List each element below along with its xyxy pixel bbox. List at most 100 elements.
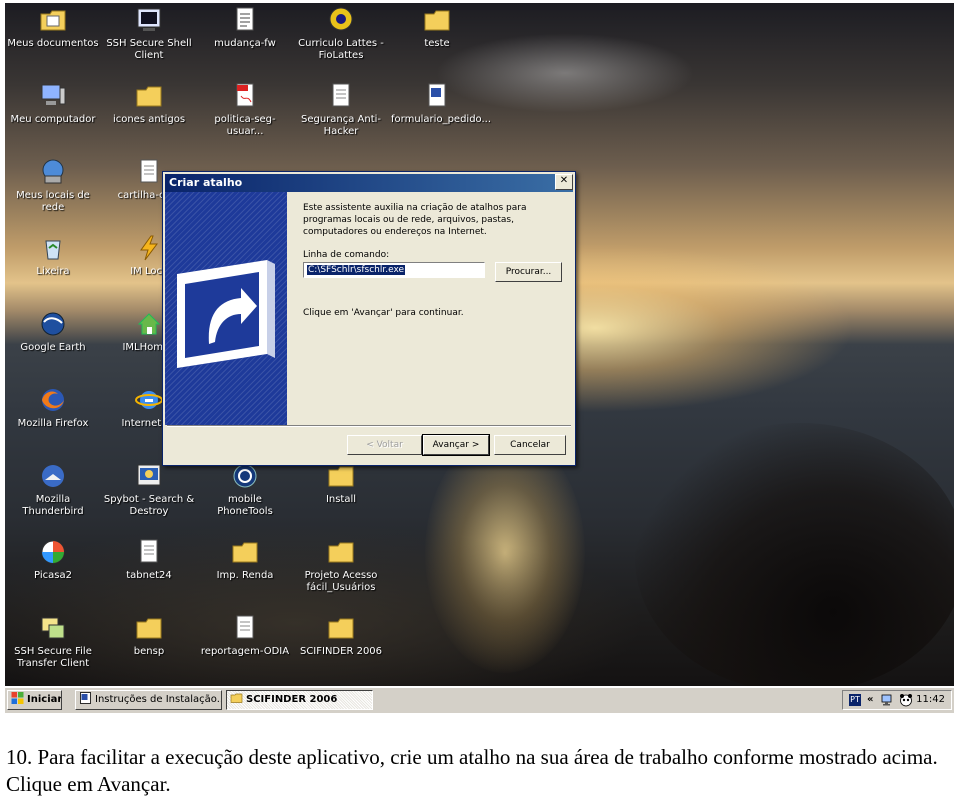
create-shortcut-dialog: Criar atalho ✕ Este assistente auxilia n… (162, 171, 576, 466)
desktop-icon[interactable]: Lixeira (5, 234, 101, 278)
desktop-icon[interactable]: Meus documentos (5, 6, 101, 50)
desktop-icon[interactable]: formulario_pedido... (389, 82, 492, 126)
desktop-icon[interactable]: Projeto Acesso fácil_Usuários (293, 538, 389, 594)
desktop-icon[interactable]: Mozilla Thunderbird (5, 462, 101, 518)
caption-text: 10. Para facilitar a execução deste apli… (6, 745, 938, 796)
wizard-banner (165, 192, 287, 425)
next-button[interactable]: Avançar > (422, 434, 490, 456)
desktop-icon-label: politica-seg-usuar... (214, 114, 276, 137)
desktop-icon[interactable]: Meu computador (5, 82, 101, 126)
desktop-icon[interactable]: Picasa2 (5, 538, 101, 582)
close-icon[interactable]: ✕ (555, 174, 573, 190)
command-line-label: Linha de comando: (303, 250, 390, 260)
hint-text: Clique em 'Avançar' para continuar. (303, 308, 464, 318)
dialog-title: Criar atalho (169, 176, 243, 189)
windows-logo-icon (11, 692, 24, 704)
desktop-icon[interactable]: reportagem-ODIA (197, 614, 293, 658)
thunderbird-icon (39, 462, 67, 490)
dialog-content: Este assistente auxilia na criação de at… (303, 202, 568, 318)
desktop-icon-label: teste (424, 38, 450, 49)
picasa-icon (39, 538, 67, 566)
desktop-icon-label: Mozilla Thunderbird (22, 494, 84, 517)
desktop-icon[interactable]: mobile PhoneTools (197, 462, 293, 518)
desktop-icon-label: Meus documentos (7, 38, 99, 49)
desktop-icon[interactable]: Segurança Anti-Hacker (293, 82, 389, 138)
desktop-icon[interactable]: tabnet24 (101, 538, 197, 582)
phone-tools-icon (231, 462, 259, 490)
firefox-icon (39, 386, 67, 414)
clock[interactable]: 11:42 (916, 691, 945, 709)
desktop-icon[interactable]: icones antigos (101, 82, 197, 126)
desktop-icon-label: Google Earth (20, 342, 86, 353)
desktop-icon-label: mudança-fw (214, 38, 276, 49)
desktop-icon[interactable]: Meus locais de rede (5, 158, 101, 214)
desktop-icon-label: bensp (133, 646, 165, 657)
text-file-icon (231, 6, 259, 34)
desktop-icon-label: Imp. Renda (216, 570, 274, 581)
desktop-icon-label: Spybot - Search & Destroy (103, 494, 195, 517)
document-icon (135, 158, 163, 186)
taskbar-item-scifinder[interactable]: SCIFINDER 2006 (226, 690, 373, 710)
button-separator (167, 425, 571, 427)
desktop-icon[interactable]: mudança-fw (197, 6, 293, 50)
folder-documents-icon (39, 6, 67, 34)
desktop-icon[interactable]: SCIFINDER 2006 (293, 614, 389, 658)
desktop-icon-label: mobile PhoneTools (217, 494, 273, 517)
taskbar-item-label: Instruções de Instalação... (95, 694, 222, 705)
network-tray-icon[interactable] (881, 694, 895, 706)
network-icon (39, 158, 67, 186)
folder-icon (230, 693, 243, 703)
pdf-icon (231, 82, 259, 110)
desktop-icon[interactable]: Curriculo Lattes - FioLattes (293, 6, 389, 62)
cancel-button[interactable]: Cancelar (494, 435, 566, 455)
spybot-icon (135, 462, 163, 490)
desktop-icon-label: Picasa2 (34, 570, 72, 581)
desktop-icon-label: Meu computador (10, 114, 96, 125)
show-hidden-icons-button[interactable]: « (867, 691, 873, 709)
recycle-bin-icon (39, 234, 67, 262)
globe-icon (39, 310, 67, 338)
dialog-title-bar[interactable]: Criar atalho (165, 174, 573, 192)
intro-text: Este assistente auxilia na criação de at… (303, 203, 527, 237)
browse-button[interactable]: Procurar... (495, 262, 562, 282)
desktop-icon-label: Install (325, 494, 357, 505)
command-line-value: C:\SFSchlr\sfschlr.exe (307, 265, 406, 275)
start-button[interactable]: Iniciar (7, 690, 62, 710)
word-doc-icon (80, 692, 91, 704)
folder-icon (231, 538, 259, 566)
taskbar: Iniciar Instruções de Instalação... SCIF… (5, 687, 954, 713)
desktop-icon[interactable]: politica-seg-usuar... (197, 82, 293, 138)
desktop-icon-label: formulario_pedido... (391, 114, 492, 125)
language-indicator[interactable]: PT (849, 694, 861, 706)
command-line-input[interactable]: C:\SFSchlr\sfschlr.exe (303, 262, 485, 278)
desktop-icon-label: SSH Secure Shell Client (106, 38, 192, 61)
desktop-icon[interactable]: Mozilla Firefox (5, 386, 101, 430)
desktop-icon[interactable]: Google Earth (5, 310, 101, 354)
desktop-icon[interactable]: bensp (101, 614, 197, 658)
document-icon (327, 82, 355, 110)
lightning-icon (135, 234, 163, 262)
folder-icon (135, 82, 163, 110)
desktop-icon[interactable]: teste (389, 6, 485, 50)
desktop-icon[interactable]: Install (293, 462, 389, 506)
back-button[interactable]: < Voltar (347, 435, 422, 455)
system-tray: PT « 11:42 (842, 690, 952, 710)
taskbar-item-instrucoes[interactable]: Instruções de Instalação... (75, 690, 222, 710)
desktop-icon[interactable]: Spybot - Search & Destroy (101, 462, 197, 518)
file-transfer-icon (39, 614, 67, 642)
taskbar-item-label: SCIFINDER 2006 (246, 694, 338, 705)
panda-antivirus-icon[interactable] (899, 693, 913, 707)
desktop-icon-label: SCIFINDER 2006 (299, 646, 383, 657)
desktop-icon-label: Segurança Anti-Hacker (300, 114, 382, 137)
desktop-icon[interactable]: SSH Secure Shell Client (101, 6, 197, 62)
desktop-icon-label: Meus locais de rede (16, 190, 90, 213)
desktop-icon[interactable]: SSH Secure File Transfer Client (5, 614, 101, 670)
shortcut-arrow-icon (177, 260, 275, 368)
desktop-icon-label: Lixeira (36, 266, 70, 277)
desktop-icon[interactable]: Imp. Renda (197, 538, 293, 582)
desktop-icon-label: Mozilla Firefox (17, 418, 89, 429)
folder-icon (327, 614, 355, 642)
desktop-icon-label: tabnet24 (126, 570, 172, 581)
start-label: Iniciar (27, 694, 62, 705)
folder-icon (423, 6, 451, 34)
